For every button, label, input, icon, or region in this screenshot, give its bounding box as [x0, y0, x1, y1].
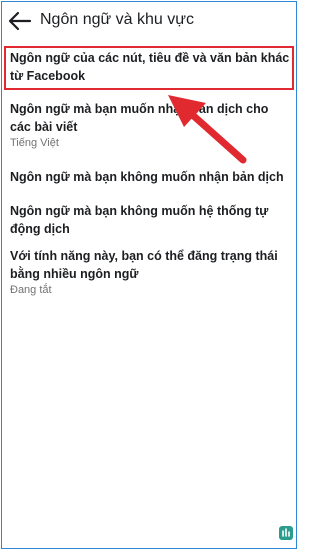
arrow-left-icon[interactable]	[8, 10, 32, 32]
setting-label: Ngôn ngữ mà bạn không muốn nhận bản dịch	[10, 170, 284, 184]
setting-value: Đang tắt	[10, 284, 52, 296]
watermark-logo-icon	[279, 526, 293, 540]
setting-label: Ngôn ngữ mà bạn không muốn hệ thống tự đ…	[10, 204, 269, 236]
setting-item-translation-language[interactable]: Ngôn ngữ mà bạn muốn nhận bản dịch cho c…	[10, 100, 292, 151]
setting-item-no-auto-translate[interactable]: Ngôn ngữ mà bạn không muốn hệ thống tự đ…	[10, 202, 292, 238]
setting-value: Tiếng Việt	[10, 137, 59, 149]
top-app-bar: Ngôn ngữ và khu vực	[0, 0, 300, 44]
setting-item-no-translation[interactable]: Ngôn ngữ mà bạn không muốn nhận bản dịch	[10, 168, 292, 186]
setting-item-multilingual-posts[interactable]: Với tính năng này, bạn có thể đăng trạng…	[10, 247, 292, 298]
highlight-box	[4, 46, 294, 90]
setting-label: Với tính năng này, bạn có thể đăng trạng…	[10, 249, 278, 281]
page-title: Ngôn ngữ và khu vực	[40, 11, 194, 28]
setting-label: Ngôn ngữ mà bạn muốn nhận bản dịch cho c…	[10, 102, 269, 134]
